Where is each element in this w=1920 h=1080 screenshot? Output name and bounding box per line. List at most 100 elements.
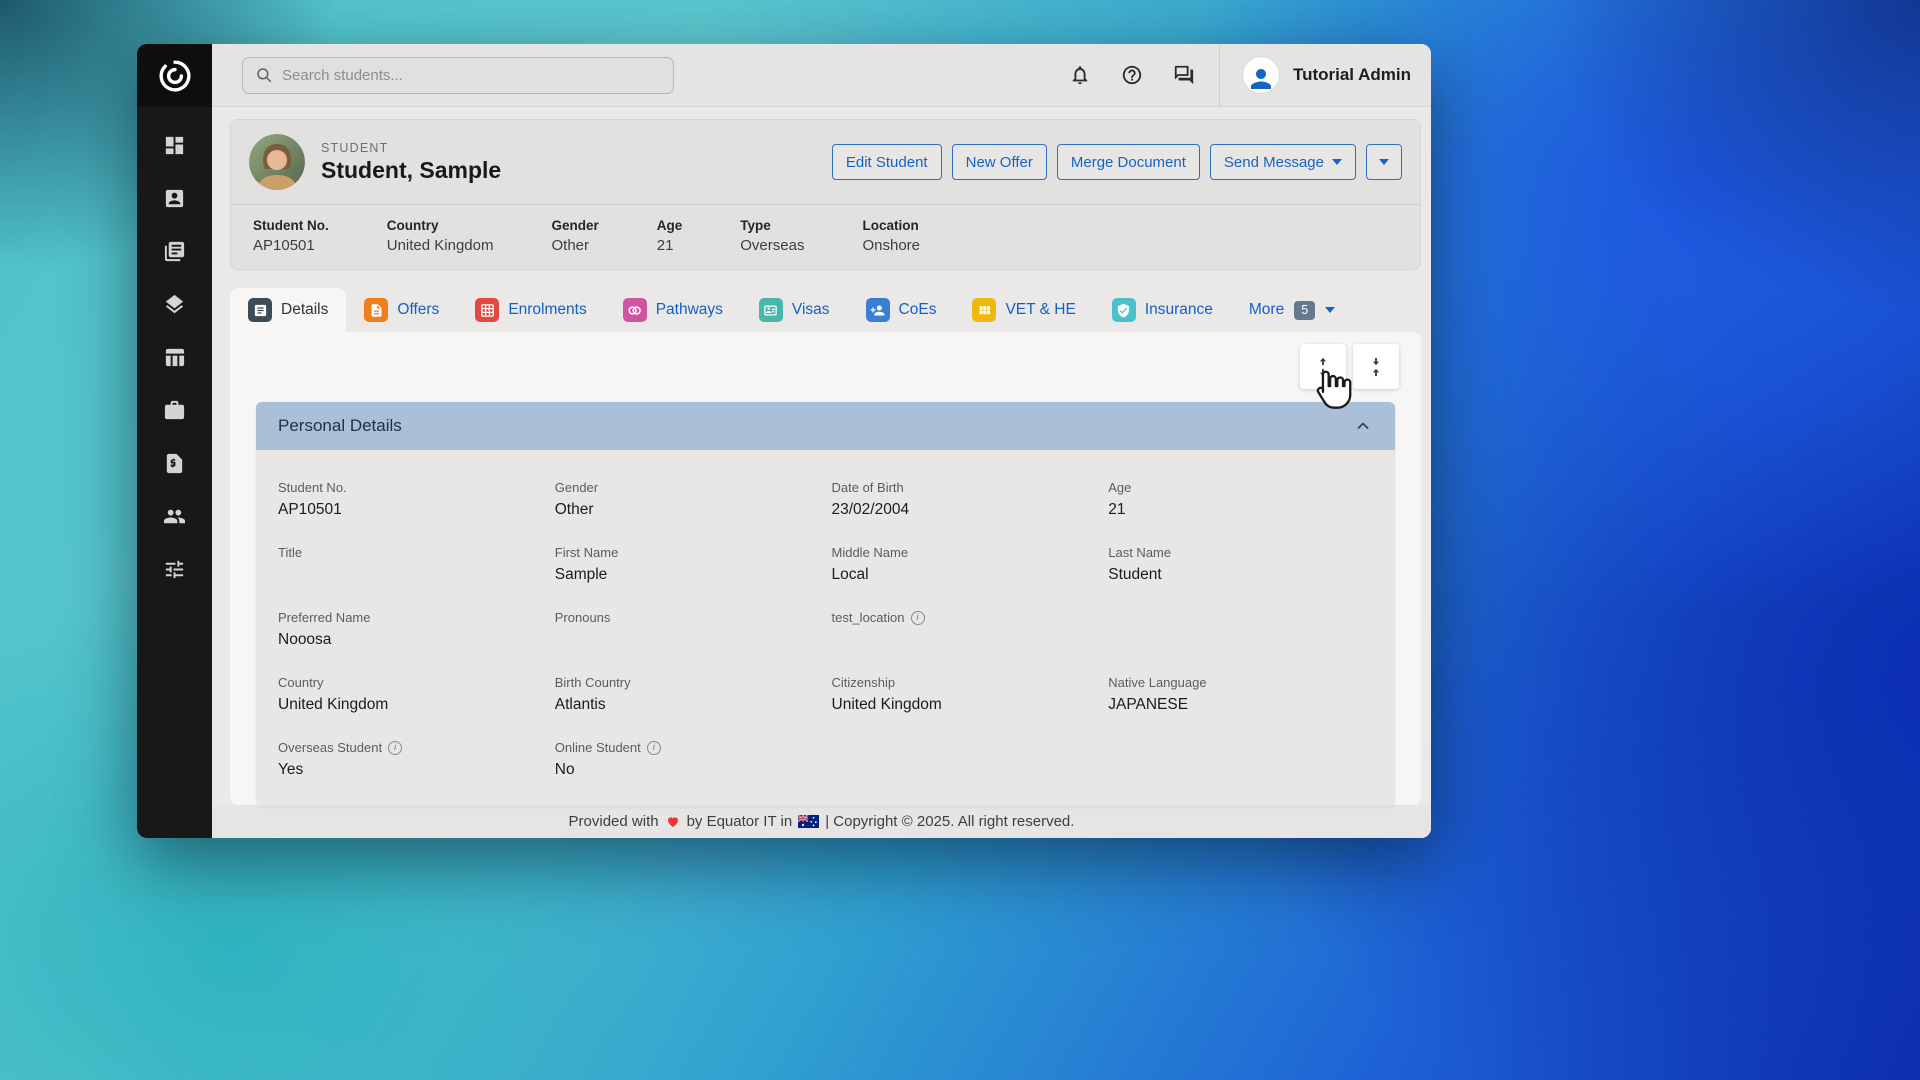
tab-label: Offers	[397, 301, 439, 319]
send-message-button[interactable]: Send Message	[1210, 144, 1356, 180]
new-offer-button[interactable]: New Offer	[952, 144, 1047, 180]
personal-details-body: Student No.AP10501 GenderOther Date of B…	[256, 450, 1395, 806]
tab-more[interactable]: More 5	[1231, 288, 1353, 332]
search-input[interactable]	[282, 67, 661, 84]
app-window: Tutorial Admin	[137, 44, 1431, 838]
footer-text: | Copyright © 2025. All right reserved.	[825, 813, 1074, 830]
tab-enrolments[interactable]: Enrolments	[457, 288, 604, 332]
invoices-icon[interactable]	[163, 451, 187, 475]
offers-icon	[364, 298, 388, 322]
account-menu[interactable]: Tutorial Admin	[1242, 56, 1411, 94]
tab-offers[interactable]: Offers	[346, 288, 457, 332]
more-actions-button[interactable]	[1366, 144, 1402, 180]
chevron-down-icon	[1325, 307, 1335, 313]
merge-document-button[interactable]: Merge Document	[1057, 144, 1200, 180]
expand-all-icon	[1312, 356, 1334, 378]
tab-details[interactable]: Details	[230, 288, 346, 332]
dashboard-icon[interactable]	[163, 133, 187, 157]
collapse-all-button[interactable]	[1353, 344, 1399, 389]
app-logo[interactable]	[137, 44, 212, 107]
field: Title	[278, 545, 543, 585]
main-area: Tutorial Admin	[212, 44, 1431, 838]
chevron-up-icon	[1353, 416, 1373, 436]
pathways-icon	[623, 298, 647, 322]
tab-vet-he[interactable]: VET & HE	[954, 288, 1093, 332]
edit-student-button[interactable]: Edit Student	[832, 144, 942, 180]
summary-item: TypeOverseas	[740, 218, 804, 254]
footer-text: Provided with	[569, 813, 659, 830]
more-count-badge: 5	[1294, 301, 1315, 320]
agents-icon[interactable]	[163, 504, 187, 528]
section-title: Personal Details	[278, 416, 402, 436]
summary-item: GenderOther	[551, 218, 598, 254]
tab-label: VET & HE	[1005, 301, 1075, 319]
tab-insurance[interactable]: Insurance	[1094, 288, 1231, 332]
summary-item: LocationOnshore	[862, 218, 920, 254]
student-header-card: STUDENT Student, Sample Edit Student New…	[230, 119, 1421, 270]
topbar-divider	[1219, 44, 1220, 107]
field: CitizenshipUnited Kingdom	[832, 675, 1097, 715]
user-name: Tutorial Admin	[1293, 65, 1411, 85]
student-actions: Edit Student New Offer Merge Document Se…	[832, 144, 1402, 180]
tab-label: Enrolments	[508, 301, 586, 319]
field: Birth CountryAtlantis	[555, 675, 820, 715]
student-kicker: STUDENT	[321, 141, 501, 155]
students-icon[interactable]	[163, 186, 187, 210]
user-avatar-icon	[1242, 56, 1280, 94]
tab-pathways[interactable]: Pathways	[605, 288, 741, 332]
help-icon[interactable]	[1119, 62, 1145, 88]
info-icon[interactable]: i	[388, 741, 402, 755]
details-icon	[248, 298, 272, 322]
student-photo	[249, 134, 305, 190]
summary-item: CountryUnited Kingdom	[387, 218, 494, 254]
jobs-icon[interactable]	[163, 398, 187, 422]
tab-label: Details	[281, 301, 328, 319]
visas-icon	[759, 298, 783, 322]
logo-icon	[158, 59, 192, 93]
field: First NameSample	[555, 545, 820, 585]
field: Middle NameLocal	[832, 545, 1097, 585]
courses-icon[interactable]	[163, 292, 187, 316]
search-box[interactable]	[242, 57, 674, 94]
notifications-icon[interactable]	[1067, 62, 1093, 88]
tab-coes[interactable]: CoEs	[848, 288, 955, 332]
sidebar	[137, 44, 212, 838]
vet-he-icon	[972, 298, 996, 322]
sidebar-nav	[137, 107, 212, 581]
field: Native LanguageJAPANESE	[1108, 675, 1373, 715]
field: CountryUnited Kingdom	[278, 675, 543, 715]
tabs-bar: Details Offers Enrolments Pathways Visas	[230, 288, 1421, 332]
coes-icon	[866, 298, 890, 322]
info-icon[interactable]: i	[911, 611, 925, 625]
field: Last NameStudent	[1108, 545, 1373, 585]
field: Preferred NameNooosa	[278, 610, 543, 650]
field: Date of Birth23/02/2004	[832, 480, 1097, 520]
field	[1108, 610, 1373, 650]
field: Overseas StudentiYes	[278, 740, 543, 780]
field: Online StudentiNo	[555, 740, 820, 780]
field: Age21	[1108, 480, 1373, 520]
footer-text: by Equator IT in	[687, 813, 793, 830]
expand-all-button[interactable]	[1300, 344, 1346, 389]
insurance-icon	[1112, 298, 1136, 322]
tab-label: CoEs	[899, 301, 937, 319]
info-icon[interactable]: i	[647, 741, 661, 755]
student-summary: Student No.AP10501 CountryUnited Kingdom…	[231, 205, 1420, 269]
boards-icon[interactable]	[163, 345, 187, 369]
settings-icon[interactable]	[163, 557, 187, 581]
tab-label: Visas	[792, 301, 830, 319]
field: test_locationi	[832, 610, 1097, 650]
australia-flag-icon	[798, 815, 819, 828]
documents-icon[interactable]	[163, 239, 187, 263]
search-icon	[255, 66, 273, 84]
messages-icon[interactable]	[1171, 62, 1197, 88]
tab-label: Pathways	[656, 301, 723, 319]
heart-icon	[665, 814, 681, 829]
fold-buttons	[1300, 344, 1399, 389]
tab-label: More	[1249, 301, 1284, 319]
field: GenderOther	[555, 480, 820, 520]
tab-visas[interactable]: Visas	[741, 288, 848, 332]
student-name: Student, Sample	[321, 157, 501, 184]
personal-details-header[interactable]: Personal Details	[256, 402, 1395, 450]
content: STUDENT Student, Sample Edit Student New…	[212, 107, 1431, 805]
